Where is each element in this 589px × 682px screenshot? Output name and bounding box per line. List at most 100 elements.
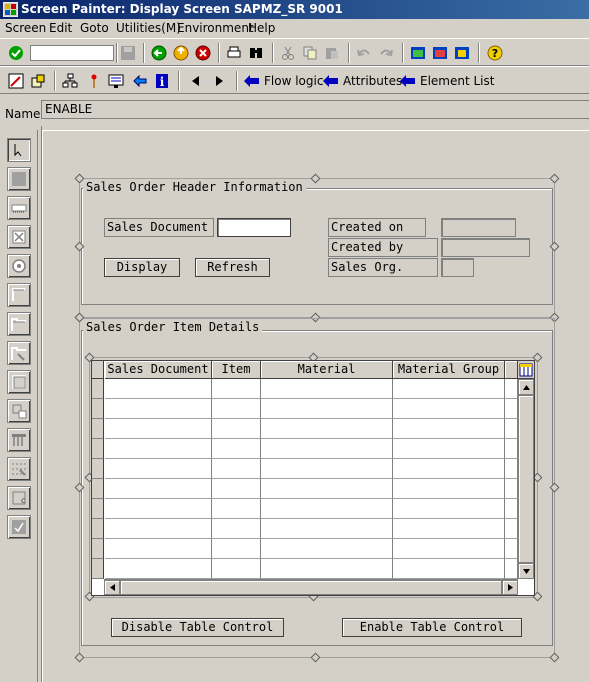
cell-sales-document[interactable] <box>105 559 212 579</box>
cell-material-group[interactable] <box>393 519 505 539</box>
cancel-button[interactable] <box>193 43 213 63</box>
cell-material-group[interactable] <box>393 419 505 439</box>
palette-table-control[interactable] <box>7 428 31 452</box>
element-list-button[interactable]: Element List <box>400 72 494 90</box>
cell-sales-document[interactable] <box>105 499 212 519</box>
scroll-up-button[interactable] <box>518 379 534 395</box>
palette-tabstrip[interactable] <box>7 312 31 336</box>
vertical-scrollbar[interactable] <box>518 379 534 579</box>
scroll-right-button[interactable] <box>502 580 518 595</box>
palette-table-wizard[interactable] <box>7 457 31 481</box>
palette-pointer[interactable] <box>7 138 31 162</box>
palette-push-button[interactable] <box>7 283 31 307</box>
cut-button[interactable] <box>278 43 298 63</box>
palette-checkbox[interactable] <box>7 225 31 249</box>
scroll-left-button[interactable] <box>104 580 120 595</box>
cell-material[interactable] <box>261 379 393 399</box>
cell-sales-document[interactable] <box>105 459 212 479</box>
cell-material[interactable] <box>261 439 393 459</box>
copy-button[interactable] <box>300 43 320 63</box>
where-used-button[interactable] <box>60 71 80 91</box>
activate-button[interactable] <box>84 71 104 91</box>
enter-button[interactable] <box>6 43 26 63</box>
cell-material[interactable] <box>261 479 393 499</box>
select-all-button[interactable] <box>92 361 104 379</box>
column-header-material-group[interactable]: Material Group <box>393 361 505 379</box>
palette-status-icon[interactable] <box>7 515 31 539</box>
save-button[interactable] <box>118 43 138 63</box>
cell-material-group[interactable] <box>393 439 505 459</box>
cell-material-group[interactable] <box>393 499 505 519</box>
undo-button[interactable] <box>354 43 374 63</box>
column-header-material[interactable]: Material <box>261 361 393 379</box>
layout-button[interactable] <box>408 43 428 63</box>
menu-goto[interactable]: Goto <box>80 21 109 35</box>
cell-item[interactable] <box>212 499 261 519</box>
display-change-button[interactable] <box>6 71 26 91</box>
menu-environment[interactable]: Environment <box>177 21 254 35</box>
row-selector[interactable] <box>92 379 104 399</box>
palette-subscreen[interactable] <box>7 399 31 423</box>
cell-item[interactable] <box>212 559 261 579</box>
column-header-item[interactable]: Item <box>212 361 261 379</box>
cell-item[interactable] <box>212 419 261 439</box>
menu-screen[interactable]: Screen <box>5 21 46 35</box>
cell-item[interactable] <box>212 519 261 539</box>
enable-table-control-button[interactable]: Enable Table Control <box>342 618 522 637</box>
sales-order-item-table[interactable]: Sales Document Item Material Material Gr… <box>91 360 535 596</box>
local-layout-button[interactable] <box>452 43 472 63</box>
palette-box[interactable] <box>7 370 31 394</box>
sap-window-icon[interactable] <box>3 2 18 17</box>
scroll-thumb[interactable] <box>518 395 534 563</box>
scroll-down-button[interactable] <box>518 563 534 579</box>
cell-material[interactable] <box>261 499 393 519</box>
cell-material[interactable] <box>261 539 393 559</box>
row-selector[interactable] <box>92 419 104 439</box>
palette-custom-control[interactable]: c <box>7 486 31 510</box>
palette-tabstrip-wizard[interactable] <box>7 341 31 365</box>
paste-button[interactable] <box>322 43 342 63</box>
previous-screen-button[interactable] <box>186 71 206 91</box>
information-button[interactable]: i <box>152 71 172 91</box>
cell-item[interactable] <box>212 539 261 559</box>
row-selector[interactable] <box>92 399 104 419</box>
other-object-button[interactable] <box>28 71 48 91</box>
cell-material[interactable] <box>261 399 393 419</box>
cell-material[interactable] <box>261 459 393 479</box>
row-selector[interactable] <box>92 559 104 579</box>
test-button[interactable] <box>130 71 150 91</box>
cell-material-group[interactable] <box>393 559 505 579</box>
command-field[interactable] <box>30 45 114 61</box>
cell-item[interactable] <box>212 439 261 459</box>
cell-sales-document[interactable] <box>105 399 212 419</box>
cell-material-group[interactable] <box>393 459 505 479</box>
row-selector[interactable] <box>92 539 104 559</box>
customize-layout-button[interactable] <box>430 43 450 63</box>
next-screen-button[interactable] <box>209 71 229 91</box>
layout-editor-button[interactable] <box>106 71 126 91</box>
cell-sales-document[interactable] <box>105 419 212 439</box>
display-button[interactable]: Display <box>104 258 180 277</box>
cell-sales-document[interactable] <box>105 519 212 539</box>
redo-button[interactable] <box>376 43 396 63</box>
row-selector[interactable] <box>92 459 104 479</box>
palette-radio-button[interactable] <box>7 254 31 278</box>
menu-utilities[interactable]: Utilities(M) <box>116 21 181 35</box>
menu-help[interactable]: Help <box>248 21 275 35</box>
cell-material[interactable] <box>261 559 393 579</box>
disable-table-control-button[interactable]: Disable Table Control <box>111 618 284 637</box>
cell-sales-document[interactable] <box>105 379 212 399</box>
cell-item[interactable] <box>212 399 261 419</box>
back-button[interactable] <box>149 43 169 63</box>
table-settings-button[interactable] <box>518 361 534 379</box>
cell-item[interactable] <box>212 379 261 399</box>
cell-material-group[interactable] <box>393 379 505 399</box>
cell-material[interactable] <box>261 419 393 439</box>
row-selector[interactable] <box>92 499 104 519</box>
cell-item[interactable] <box>212 479 261 499</box>
exit-button[interactable] <box>171 43 191 63</box>
cell-sales-document[interactable] <box>105 439 212 459</box>
flow-logic-button[interactable]: Flow logic <box>244 72 323 90</box>
cell-sales-document[interactable] <box>105 539 212 559</box>
cell-item[interactable] <box>212 459 261 479</box>
